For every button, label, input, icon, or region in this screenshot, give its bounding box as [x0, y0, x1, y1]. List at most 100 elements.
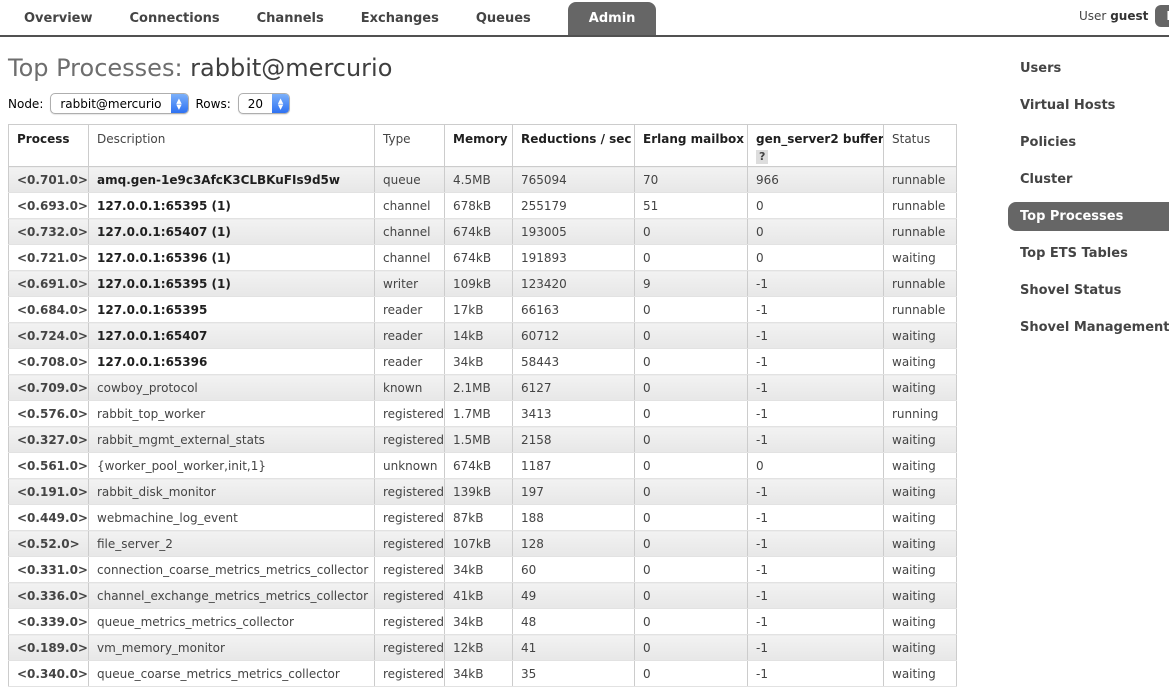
description-cell: amq.gen-1e9c3AfcK3CLBKuFIs9d5w — [89, 167, 375, 193]
table-row: <0.327.0>rabbit_mgmt_external_statsregis… — [9, 427, 957, 453]
type-cell: registered — [375, 505, 445, 531]
table-controls: Node: rabbit@mercurio ▲▼ Rows: 20 ▲▼ — [8, 93, 1169, 114]
memory-cell: 674kB — [445, 453, 513, 479]
process-cell: <0.189.0> — [9, 635, 89, 661]
reductions-cell: 2158 — [513, 427, 635, 453]
column-header-label: Reductions / sec — [521, 132, 632, 146]
status-cell: waiting — [884, 245, 957, 271]
description-link[interactable]: 127.0.0.1:65407 (1) — [97, 225, 231, 239]
column-header-erlang-mailbox[interactable]: Erlang mailbox — [635, 125, 748, 167]
process-cell: <0.732.0> — [9, 219, 89, 245]
reductions-cell: 123420 — [513, 271, 635, 297]
column-header-type: Type — [375, 125, 445, 167]
column-header-label: Process — [17, 132, 70, 146]
description-cell: cowboy_protocol — [89, 375, 375, 401]
tab-admin[interactable]: Admin — [568, 2, 657, 35]
buffer-cell: -1 — [748, 661, 884, 687]
type-cell: registered — [375, 479, 445, 505]
memory-cell: 674kB — [445, 245, 513, 271]
status-cell: runnable — [884, 219, 957, 245]
memory-cell: 139kB — [445, 479, 513, 505]
sidebar-item-policies[interactable]: Policies — [1008, 128, 1169, 157]
status-cell: waiting — [884, 453, 957, 479]
nav-tabs: Overview Connections Channels Exchanges Queu… — [24, 2, 656, 35]
sidebar-item-top-processes[interactable]: Top Processes — [1008, 202, 1169, 231]
help-icon[interactable]: ? — [756, 150, 768, 164]
process-cell: <0.684.0> — [9, 297, 89, 323]
table-row: <0.721.0>127.0.0.1:65396 (1)channel674kB… — [9, 245, 957, 271]
status-cell: waiting — [884, 635, 957, 661]
sidebar-item-users[interactable]: Users — [1008, 54, 1169, 83]
process-cell: <0.708.0> — [9, 349, 89, 375]
column-header-memory[interactable]: Memory — [445, 125, 513, 167]
column-header-label: Memory — [453, 132, 508, 146]
memory-cell: 12kB — [445, 635, 513, 661]
process-cell: <0.52.0> — [9, 531, 89, 557]
memory-cell: 34kB — [445, 661, 513, 687]
column-header-description: Description — [89, 125, 375, 167]
mailbox-cell: 0 — [635, 583, 748, 609]
buffer-cell: -1 — [748, 583, 884, 609]
process-cell: <0.336.0> — [9, 583, 89, 609]
sidebar-item-shovel-status[interactable]: Shovel Status — [1008, 276, 1169, 305]
memory-cell: 678kB — [445, 193, 513, 219]
tab-connections[interactable]: Connections — [130, 2, 220, 35]
table-body: <0.701.0>amq.gen-1e9c3AfcK3CLBKuFIs9d5wq… — [9, 167, 957, 687]
description-link[interactable]: 127.0.0.1:65396 — [97, 355, 207, 369]
mailbox-cell: 0 — [635, 531, 748, 557]
description-cell: 127.0.0.1:65396 (1) — [89, 245, 375, 271]
column-header-label: Type — [383, 132, 411, 146]
sidebar-item-virtual-hosts[interactable]: Virtual Hosts — [1008, 91, 1169, 120]
tab-queues[interactable]: Queues — [476, 2, 531, 35]
column-header-reductions-sec[interactable]: Reductions / sec — [513, 125, 635, 167]
description-link[interactable]: 127.0.0.1:65395 (1) — [97, 277, 231, 291]
description-link[interactable]: amq.gen-1e9c3AfcK3CLBKuFIs9d5w — [97, 173, 340, 187]
tab-exchanges[interactable]: Exchanges — [361, 2, 439, 35]
user-prefix: User — [1079, 9, 1106, 23]
table-row: <0.339.0>queue_metrics_metrics_collector… — [9, 609, 957, 635]
rows-select[interactable]: 20 ▲▼ — [238, 93, 290, 114]
user-box: User guest Log out — [1079, 5, 1169, 27]
description-link[interactable]: 127.0.0.1:65395 (1) — [97, 199, 231, 213]
tab-overview[interactable]: Overview — [24, 2, 93, 35]
mailbox-cell: 0 — [635, 557, 748, 583]
buffer-cell: 0 — [748, 453, 884, 479]
description-link[interactable]: 127.0.0.1:65395 — [97, 303, 207, 317]
sidebar-item-cluster[interactable]: Cluster — [1008, 165, 1169, 194]
column-header-process[interactable]: Process — [9, 125, 89, 167]
reductions-cell: 128 — [513, 531, 635, 557]
process-cell: <0.339.0> — [9, 609, 89, 635]
user-label: User guest — [1079, 9, 1148, 23]
status-cell: running — [884, 401, 957, 427]
reductions-cell: 197 — [513, 479, 635, 505]
logout-button[interactable]: Log out — [1155, 5, 1169, 27]
description-cell: webmachine_log_event — [89, 505, 375, 531]
process-cell: <0.331.0> — [9, 557, 89, 583]
sidebar-item-shovel-management[interactable]: Shovel Management — [1008, 313, 1169, 342]
description-link[interactable]: 127.0.0.1:65396 (1) — [97, 251, 231, 265]
node-select[interactable]: rabbit@mercurio ▲▼ — [50, 93, 188, 114]
column-header-gen-server2-buffer[interactable]: gen_server2 buffer? — [748, 125, 884, 167]
memory-cell: 17kB — [445, 297, 513, 323]
buffer-cell: -1 — [748, 505, 884, 531]
tab-channels[interactable]: Channels — [257, 2, 324, 35]
buffer-cell: -1 — [748, 271, 884, 297]
memory-cell: 2.1MB — [445, 375, 513, 401]
rows-label: Rows: — [196, 97, 231, 111]
type-cell: registered — [375, 401, 445, 427]
reductions-cell: 6127 — [513, 375, 635, 401]
sidebar-item-top-ets-tables[interactable]: Top ETS Tables — [1008, 239, 1169, 268]
type-cell: reader — [375, 297, 445, 323]
description-cell: 127.0.0.1:65395 — [89, 297, 375, 323]
buffer-cell: -1 — [748, 479, 884, 505]
table-row: <0.449.0>webmachine_log_eventregistered8… — [9, 505, 957, 531]
description-cell: 127.0.0.1:65395 (1) — [89, 193, 375, 219]
reductions-cell: 35 — [513, 661, 635, 687]
description-link[interactable]: 127.0.0.1:65407 — [97, 329, 207, 343]
memory-cell: 1.7MB — [445, 401, 513, 427]
process-cell: <0.701.0> — [9, 167, 89, 193]
status-cell: waiting — [884, 661, 957, 687]
column-header-label: Description — [97, 132, 165, 146]
mailbox-cell: 0 — [635, 401, 748, 427]
mailbox-cell: 0 — [635, 661, 748, 687]
